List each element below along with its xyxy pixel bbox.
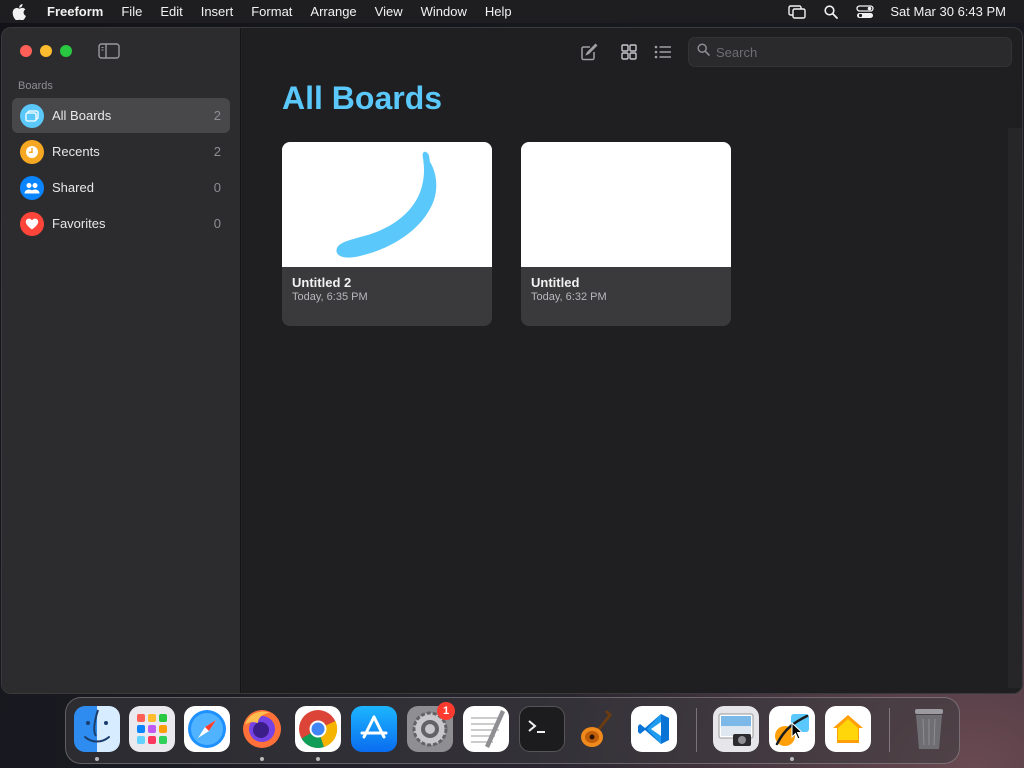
board-date: Today, 6:32 PM — [531, 291, 607, 303]
board-thumbnail — [521, 142, 731, 267]
running-indicator — [790, 757, 794, 761]
search-icon — [697, 43, 710, 61]
preview-icon[interactable] — [713, 706, 759, 752]
mouse-cursor-icon — [791, 721, 804, 745]
safari-icon[interactable] — [184, 706, 230, 752]
sidebar-item-recents[interactable]: Recents 2 — [12, 134, 230, 169]
page-title: All Boards — [282, 80, 443, 116]
scrollbar[interactable] — [1008, 128, 1022, 688]
vscode-icon[interactable] — [631, 706, 677, 752]
grid-view-icon[interactable] — [618, 42, 640, 62]
garageband-icon[interactable] — [575, 706, 621, 752]
new-board-icon[interactable] — [578, 42, 600, 62]
menu-edit[interactable]: Edit — [151, 0, 191, 23]
menu-view[interactable]: View — [366, 0, 412, 23]
sidebar-item-label: Shared — [52, 180, 94, 195]
running-indicator — [95, 757, 99, 761]
finder-icon[interactable] — [74, 706, 120, 752]
sidebar-list: All Boards 2 Recents 2 Shared 0 Favorite… — [12, 98, 230, 242]
sidebar-item-count: 0 — [213, 216, 221, 231]
menu-arrange[interactable]: Arrange — [301, 0, 365, 23]
menu-format[interactable]: Format — [242, 0, 301, 23]
dock-separator — [696, 708, 697, 752]
sidebar-section-title: Boards — [18, 80, 53, 92]
notification-badge: 1 — [437, 702, 455, 720]
terminal-icon[interactable] — [519, 706, 565, 752]
firefox-icon[interactable] — [239, 706, 285, 752]
running-indicator — [316, 757, 320, 761]
board-card[interactable]: Untitled 2 Today, 6:35 PM — [282, 142, 492, 326]
menu-insert[interactable]: Insert — [192, 0, 243, 23]
sidebar-toggle-icon[interactable] — [98, 43, 120, 59]
launchpad-icon[interactable] — [129, 706, 175, 752]
sidebar-item-all-boards[interactable]: All Boards 2 — [12, 98, 230, 133]
apple-menu-icon[interactable] — [0, 3, 38, 20]
minimize-window-button[interactable] — [40, 45, 52, 57]
control-center-icon[interactable] — [848, 4, 882, 19]
board-card[interactable]: Untitled Today, 6:32 PM — [521, 142, 731, 326]
search-field[interactable] — [688, 37, 1012, 67]
home-icon[interactable] — [825, 706, 871, 752]
spotlight-search-icon[interactable] — [814, 4, 848, 19]
sidebar-item-count: 2 — [213, 108, 221, 123]
sidebar-item-shared[interactable]: Shared 0 — [12, 170, 230, 205]
window-controls — [20, 45, 72, 57]
chrome-icon[interactable] — [295, 706, 341, 752]
zoom-window-button[interactable] — [60, 45, 72, 57]
sidebar-item-label: Favorites — [52, 216, 106, 231]
sidebar-item-favorites[interactable]: Favorites 0 — [12, 206, 230, 241]
menu-bar: Freeform File Edit Insert Format Arrange… — [0, 0, 1024, 23]
running-indicator — [260, 757, 264, 761]
sidebar-item-count: 2 — [213, 144, 221, 159]
heart-icon — [20, 211, 44, 236]
dock: 1 — [65, 697, 960, 764]
all-boards-icon — [20, 103, 44, 128]
sidebar-item-label: Recents — [52, 144, 100, 159]
clock-icon — [20, 139, 44, 164]
menu-file[interactable]: File — [112, 0, 151, 23]
main-content: All Boards Untitled 2 Today, 6:35 PM Unt… — [242, 28, 1022, 693]
app-store-icon[interactable] — [351, 706, 397, 752]
trash-icon[interactable] — [906, 706, 952, 752]
textedit-icon[interactable] — [463, 706, 509, 752]
screen-mirroring-icon[interactable] — [780, 4, 814, 19]
menu-help[interactable]: Help — [476, 0, 521, 23]
search-input[interactable] — [716, 44, 996, 60]
freeform-window: Boards All Boards 2 Recents 2 Shared 0 F… — [1, 27, 1023, 694]
sidebar-item-count: 0 — [213, 180, 221, 195]
menu-app-name[interactable]: Freeform — [38, 0, 112, 23]
list-view-icon[interactable] — [652, 42, 674, 62]
dock-separator — [889, 708, 890, 752]
people-icon — [20, 175, 44, 200]
menu-clock[interactable]: Sat Mar 30 6:43 PM — [890, 4, 1006, 19]
board-thumbnail — [282, 142, 492, 267]
close-window-button[interactable] — [20, 45, 32, 57]
menu-window[interactable]: Window — [412, 0, 476, 23]
banana-drawing — [336, 151, 437, 258]
sidebar: Boards All Boards 2 Recents 2 Shared 0 F… — [2, 28, 241, 693]
sidebar-item-label: All Boards — [52, 108, 112, 123]
board-name: Untitled 2 — [292, 275, 352, 290]
board-date: Today, 6:35 PM — [292, 291, 368, 303]
board-name: Untitled — [531, 275, 580, 290]
